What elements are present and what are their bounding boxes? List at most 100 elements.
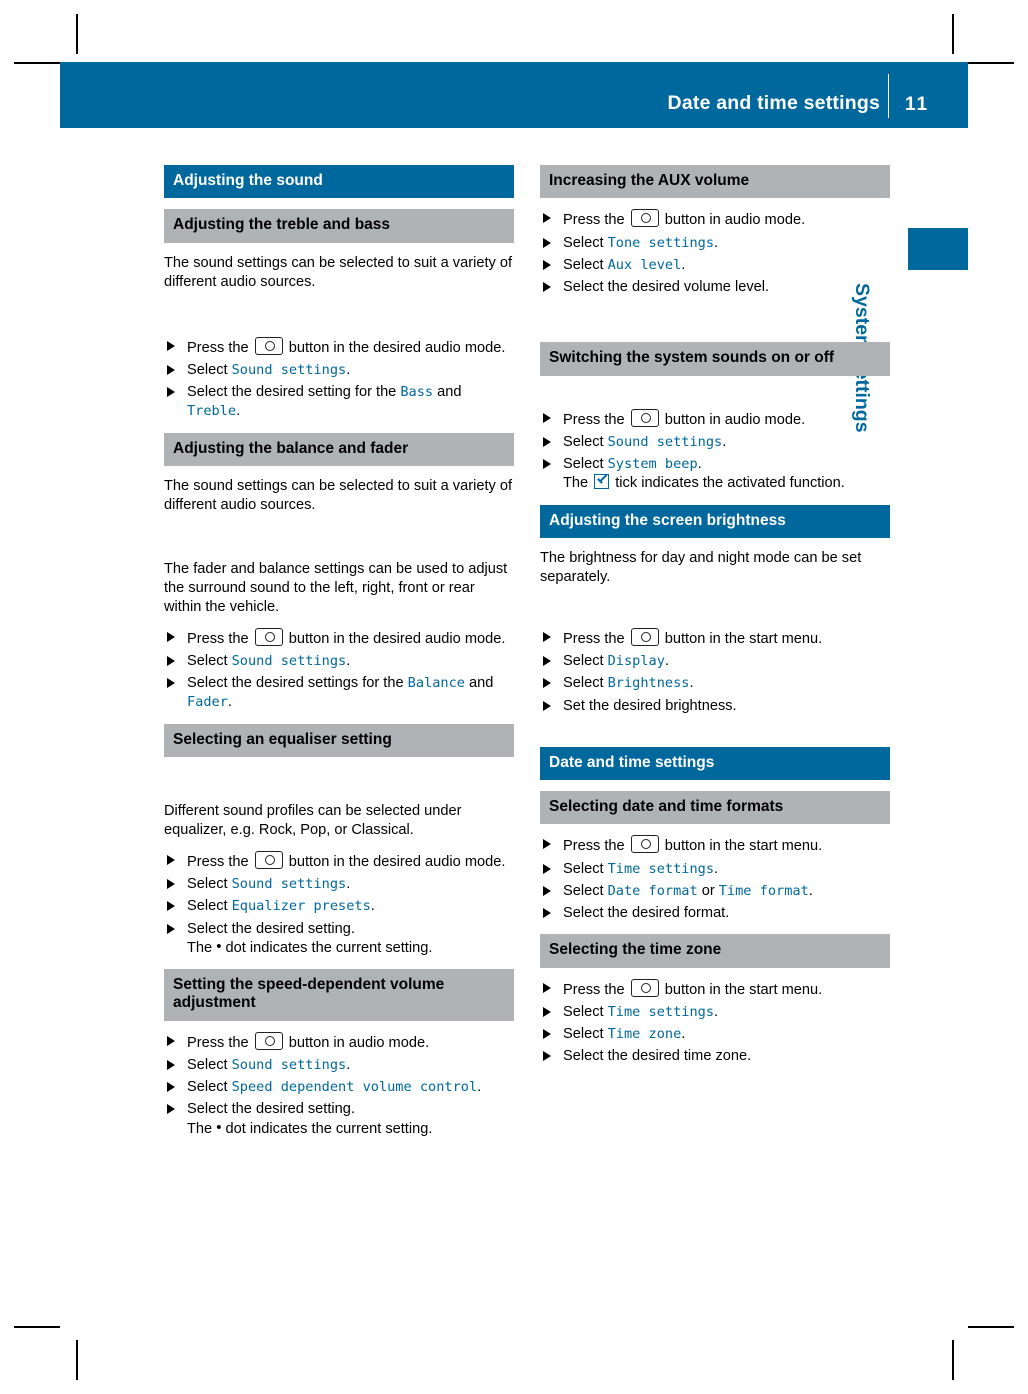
step-item: Select the desired settings for the Bala… <box>164 674 514 713</box>
trim-mark-tr-h <box>968 62 1014 64</box>
step-arrow-icon <box>167 387 175 397</box>
step-arrow-icon <box>543 412 551 423</box>
step-item: Select the desired format. <box>540 904 890 923</box>
menu-item-label: Sound settings <box>231 652 347 669</box>
step-item: Select Brightness. <box>540 674 890 693</box>
step-item: Select Speed dependent volume control. <box>164 1078 514 1097</box>
step-item: Select the desired setting for the Bass … <box>164 383 514 422</box>
paragraph-sound-profiles: Different sound profiles can be selected… <box>164 802 462 838</box>
step-item: Select Sound settings. <box>164 1056 514 1075</box>
step-item: Select Equalizer presets. <box>164 897 514 916</box>
side-tab-marker <box>908 228 968 270</box>
step-arrow-icon <box>167 879 175 890</box>
step-item: Select Date format or Time format. <box>540 882 890 901</box>
trim-mark-tl-h <box>14 62 60 64</box>
paragraph-sound-settings-sources-2: The sound settings can be selected to su… <box>164 477 513 513</box>
step-arrow-icon <box>543 1029 551 1040</box>
step-item: Select the desired setting. The • dot ind… <box>164 920 514 959</box>
control-knob-button-icon <box>630 209 659 228</box>
step-item: Press the button in the start menu. <box>540 835 890 856</box>
step-arrow-icon <box>543 678 551 689</box>
step-arrow-icon <box>167 364 175 375</box>
step-item: Set the desired brightness. <box>540 697 890 716</box>
step-arrow-icon <box>167 1082 175 1093</box>
menu-item-label: Time settings <box>607 860 715 877</box>
menu-item-label: System beep <box>607 456 698 473</box>
page-number: 11 <box>905 94 930 115</box>
step-item: Select Time settings. <box>540 1003 890 1022</box>
control-knob-button-icon <box>254 1031 283 1050</box>
menu-item-label: Tone settings <box>607 234 715 251</box>
subsection-selecting-an-equaliser-setting: Selecting an equaliser setting <box>164 723 514 757</box>
step-arrow-icon <box>167 923 175 934</box>
page-title: Date and time settings <box>667 92 880 114</box>
bullet-dot-icon: • <box>216 937 222 955</box>
trim-mark-br-v <box>952 1340 954 1380</box>
trim-mark-bl-h <box>14 1326 60 1328</box>
bullet-dot-icon: • <box>216 1118 222 1136</box>
step-item: Select Tone settings. <box>540 234 890 253</box>
step-arrow-icon <box>543 839 551 850</box>
step-item: Press the button in audio mode. <box>540 408 890 430</box>
step-item: Select System beep. The tick indicates th… <box>540 455 890 494</box>
step-arrow-icon <box>543 700 551 711</box>
control-knob-button-icon <box>254 627 283 646</box>
header-divider <box>888 74 889 118</box>
step-item: Select Sound settings. <box>164 652 514 671</box>
subsection-increasing-the-aux-volume: Increasing the AUX volume <box>540 165 890 199</box>
step-item: Select Time zone. <box>540 1025 890 1044</box>
steps-date-time-formats: Press the button in the start menu. Selec… <box>540 835 890 923</box>
step-arrow-icon <box>543 863 551 874</box>
step-item: Press the button in the start menu. <box>540 978 890 1000</box>
menu-item-label: Aux level <box>607 256 682 273</box>
trim-mark-tl-v <box>76 14 78 54</box>
step-item: Press the button in audio mode. <box>164 1031 514 1053</box>
step-arrow-icon <box>167 655 175 666</box>
step-arrow-icon <box>543 237 551 248</box>
section-adjusting-the-sound: Adjusting the sound <box>164 165 514 199</box>
menu-item-label: Fader <box>187 694 228 711</box>
menu-item-label: Brightness <box>607 675 690 692</box>
subsection-setting-speed-dependent-volume: Setting the speed-dependent volume adjus… <box>164 969 514 1021</box>
step-arrow-icon <box>167 1104 175 1115</box>
trim-mark-tr-v <box>952 14 954 54</box>
menu-item-label: Time zone <box>607 1026 682 1043</box>
step-arrow-icon <box>543 885 551 896</box>
section-date-and-time-settings: Date and time settings <box>540 746 890 781</box>
step-item: Select Aux level. <box>540 256 890 275</box>
step-item: Select the desired setting. The • dot ind… <box>164 1100 514 1139</box>
control-knob-button-icon <box>630 835 659 854</box>
step-arrow-icon <box>167 340 175 351</box>
menu-item-label: Sound settings <box>231 1056 347 1073</box>
step-arrow-icon <box>543 436 551 447</box>
steps-aux-volume: Press the button in audio mode. Select To… <box>540 209 890 297</box>
menu-item-label: Sound settings <box>231 361 347 378</box>
steps-system-sounds: Press the button in audio mode. Select So… <box>540 408 890 494</box>
steps-brightness: Press the button in the start menu. Selec… <box>540 627 890 716</box>
step-arrow-icon <box>167 678 175 689</box>
step-arrow-icon <box>543 656 551 667</box>
subsection-adjusting-the-balance-and-fader: Adjusting the balance and fader <box>164 432 514 466</box>
paragraph-brightness: The brightness for day and night mode ca… <box>540 549 862 585</box>
section-adjusting-the-screen-brightness: Adjusting the screen brightness <box>540 504 890 538</box>
subsection-selecting-date-and-time-formats: Selecting date and time formats <box>540 791 890 825</box>
menu-item-label: Sound settings <box>231 876 347 893</box>
trim-mark-bl-v <box>76 1340 78 1380</box>
step-arrow-icon <box>167 1059 175 1070</box>
step-arrow-icon <box>167 631 175 642</box>
menu-item-label: Balance <box>407 675 465 692</box>
menu-item-label: Time format <box>718 882 809 899</box>
step-arrow-icon <box>543 282 551 293</box>
step-arrow-icon <box>167 854 175 865</box>
subsection-switching-system-sounds: Switching the system sounds on or off <box>540 342 890 376</box>
paragraph-sound-settings-sources: The sound settings can be selected to su… <box>164 254 513 290</box>
left-column: Adjusting the sound Adjusting the treble … <box>164 165 514 1150</box>
step-item: Select the desired time zone. <box>540 1047 890 1066</box>
step-item: Press the button in the desired audio mo… <box>164 850 514 872</box>
